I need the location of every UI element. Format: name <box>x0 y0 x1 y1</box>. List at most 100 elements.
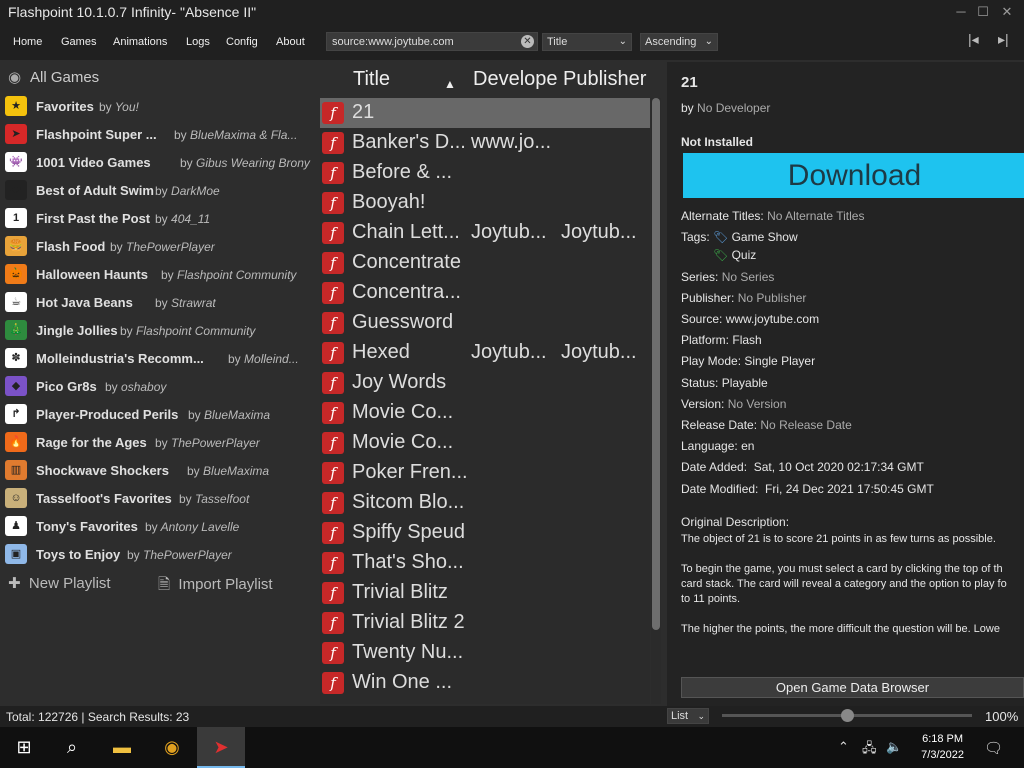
flash-icon: f <box>322 132 344 154</box>
developer-line: by No Developer <box>681 101 771 115</box>
column-header-developer[interactable]: Develope <box>473 68 561 96</box>
game-row[interactable]: f Poker Fren... <box>320 458 650 488</box>
alternate-titles: Alternate Titles: No Alternate Titles <box>681 209 865 223</box>
game-row[interactable]: f Concentrate <box>320 248 650 278</box>
minimize-button[interactable]: ─ <box>950 2 972 22</box>
game-row[interactable]: f Movie Co... <box>320 398 650 428</box>
game-row[interactable]: f Joy Words <box>320 368 650 398</box>
menu-animations[interactable]: Animations <box>113 36 167 48</box>
close-button[interactable]: ✕ <box>996 2 1018 22</box>
game-row[interactable]: f That's Sho... <box>320 548 650 578</box>
sort-order-select[interactable]: Ascending ⌄ <box>640 33 718 51</box>
game-title-cell: Concentra... <box>352 281 461 303</box>
playlist-icon: ♟ <box>5 516 27 536</box>
taskbar: ⊞ ⌕ ▬ ◉ ➤ ⌃ 🖧 🔈 6:18 PM 7/3/2022 🗨 <box>0 727 1024 768</box>
tag-game-show[interactable]: 🏷 Game Show <box>713 230 798 244</box>
game-title-cell: Movie Co... <box>352 431 454 453</box>
game-row[interactable]: f Chain Lett... Joytub... Joytub... <box>320 218 650 248</box>
playlist-name: Flash Food <box>36 239 106 254</box>
menu-games[interactable]: Games <box>61 36 96 48</box>
chevron-up-icon[interactable]: ⌃ <box>838 739 849 755</box>
game-row[interactable]: f Win One ... <box>320 668 650 698</box>
start-button[interactable]: ⊞ <box>0 727 48 768</box>
game-row[interactable]: f Trivial Blitz <box>320 578 650 608</box>
game-row[interactable]: f Twenty Nu... <box>320 638 650 668</box>
tags-label: Tags: <box>681 230 710 244</box>
sidebar-item-all-games[interactable]: ◉ All Games <box>8 68 99 86</box>
sidebar-item-playlist[interactable]: 🎄 Jingle Jollies by Flashpoint Community <box>5 317 313 343</box>
collapse-right-icon[interactable]: ▸| <box>998 31 1009 48</box>
sidebar-item-playlist[interactable]: ☕ Hot Java Beans by Strawrat <box>5 289 313 315</box>
sidebar-item-playlist[interactable]: ▣ Toys to Enjoy by ThePowerPlayer <box>5 541 313 567</box>
sidebar-item-playlist[interactable]: 🎃 Halloween Haunts by Flashpoint Community <box>5 261 313 287</box>
search-input[interactable]: source:www.joytube.com ✕ <box>326 32 538 51</box>
collapse-left-icon[interactable]: |◂ <box>968 31 979 48</box>
game-row[interactable]: f Before & ... <box>320 158 650 188</box>
sidebar-item-playlist[interactable]: ▥ Shockwave Shockers by BlueMaxima <box>5 457 313 483</box>
playlist-author: by BlueMaxima <box>188 408 271 422</box>
sidebar-item-playlist[interactable]: [as] Best of Adult Swim by DarkMoe <box>5 177 313 203</box>
game-row[interactable]: f Guessword <box>320 308 650 338</box>
scrollbar-thumb[interactable] <box>652 98 660 630</box>
sort-field-select[interactable]: Title ⌄ <box>542 33 632 51</box>
description-line: to 11 points. <box>681 593 741 605</box>
menu-home[interactable]: Home <box>13 36 42 48</box>
playlist-author: by BlueMaxima & Fla... <box>174 128 298 142</box>
playlist-name: Tasselfoot's Favorites <box>36 491 172 506</box>
game-row[interactable]: f Booyah! <box>320 188 650 218</box>
game-row[interactable]: f Spiffy Speud <box>320 518 650 548</box>
sidebar-item-playlist[interactable]: ◆ Pico Gr8s by oshaboy <box>5 373 313 399</box>
sidebar-item-playlist[interactable]: ↱ Player-Produced Perils by BlueMaxima <box>5 401 313 427</box>
menu-logs[interactable]: Logs <box>186 36 210 48</box>
sidebar-item-playlist[interactable]: ★ Favorites by You! <box>5 93 313 119</box>
version-field: Version: No Version <box>681 397 787 411</box>
sidebar-item-playlist[interactable]: ➤ Flashpoint Super ... by BlueMaxima & Fla… <box>5 121 313 147</box>
tag-quiz[interactable]: 🏷 Quiz <box>713 248 756 262</box>
clear-search-icon[interactable]: ✕ <box>521 35 534 48</box>
sidebar-item-playlist[interactable]: 🍔 Flash Food by ThePowerPlayer <box>5 233 313 259</box>
playlist-author: by ThePowerPlayer <box>155 436 260 450</box>
zoom-slider[interactable] <box>722 709 972 722</box>
file-explorer-icon[interactable]: ▬ <box>98 727 146 768</box>
chevron-down-icon: ⌄ <box>704 36 713 47</box>
chrome-icon[interactable]: ◉ <box>148 727 196 768</box>
game-row[interactable]: f Movie Co... <box>320 428 650 458</box>
network-icon[interactable]: 🖧 <box>862 739 877 761</box>
sidebar-item-playlist[interactable]: 🔥 Rage for the Ages by ThePowerPlayer <box>5 429 313 455</box>
maximize-button[interactable]: ☐ <box>972 2 994 22</box>
open-game-data-browser-button[interactable]: Open Game Data Browser <box>681 677 1024 698</box>
download-button[interactable]: Download <box>683 153 1024 198</box>
menu-about[interactable]: About <box>276 36 305 48</box>
game-title-cell: Booyah! <box>352 191 426 213</box>
game-row[interactable]: f Concentra... <box>320 278 650 308</box>
import-playlist-button[interactable]: 🗎 Import Playlist <box>158 574 273 599</box>
notifications-icon[interactable]: 🗨 <box>984 739 1003 757</box>
column-header-publisher[interactable]: Publisher <box>563 68 646 96</box>
sidebar-item-playlist[interactable]: ☺ Tasselfoot's Favorites by Tasselfoot <box>5 485 313 511</box>
game-row[interactable]: f Trivial Blitz 2 <box>320 608 650 638</box>
playlist-author: by oshaboy <box>105 380 167 394</box>
playlist-icon: 🎄 <box>5 320 27 340</box>
sidebar-item-playlist[interactable]: 1 First Past the Post by 404_11 <box>5 205 313 231</box>
game-row[interactable]: f 21 <box>320 98 650 128</box>
search-icon[interactable]: ⌕ <box>48 727 96 768</box>
view-mode-select[interactable]: List ⌄ <box>667 708 709 724</box>
eye-icon: ◉ <box>8 69 22 86</box>
new-playlist-button[interactable]: ✚ New Playlist <box>8 574 111 592</box>
game-row[interactable]: f Hexed Joytub... Joytub... <box>320 338 650 368</box>
column-header-title[interactable]: Title <box>353 68 390 96</box>
list-scrollbar[interactable] <box>651 98 661 704</box>
clock[interactable]: 6:18 PM 7/3/2022 <box>921 731 964 763</box>
sidebar-item-playlist[interactable]: ✽ Molleindustria's Recomm... by Molleind..… <box>5 345 313 371</box>
flashpoint-icon[interactable]: ➤ <box>197 727 245 768</box>
volume-icon[interactable]: 🔈 <box>886 739 902 755</box>
menu-config[interactable]: Config <box>226 36 258 48</box>
description-line: To begin the game, you must select a car… <box>681 563 1003 575</box>
game-row[interactable]: f Sitcom Blo... <box>320 488 650 518</box>
playlist-author: by DarkMoe <box>155 184 220 198</box>
sidebar-item-playlist[interactable]: 👾 1001 Video Games by Gibus Wearing Brony <box>5 149 313 175</box>
zoom-slider-knob[interactable] <box>841 709 854 722</box>
playlist-icon: ▣ <box>5 544 27 564</box>
sidebar-item-playlist[interactable]: ♟ Tony's Favorites by Antony Lavelle <box>5 513 313 539</box>
game-row[interactable]: f Banker's D... www.jo... <box>320 128 650 158</box>
